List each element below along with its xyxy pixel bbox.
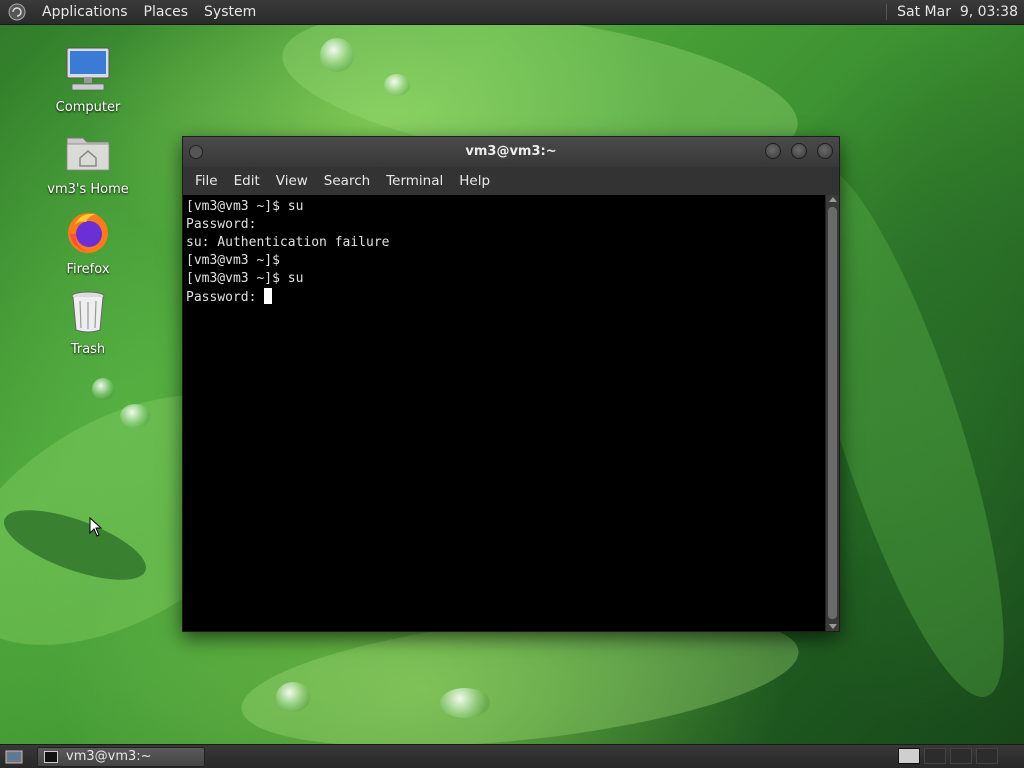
water-droplet	[276, 682, 310, 712]
text-cursor	[264, 288, 273, 304]
minimize-button[interactable]	[765, 143, 781, 159]
terminal-line: su: Authentication failure	[186, 235, 390, 250]
maximize-button[interactable]	[791, 143, 807, 159]
show-desktop-button[interactable]	[3, 748, 25, 766]
workspace-3[interactable]	[950, 748, 972, 764]
desktop-icon-firefox[interactable]: Firefox	[38, 208, 138, 277]
applications-menu[interactable]: Applications	[34, 0, 136, 25]
trash-icon	[71, 291, 105, 333]
menu-file[interactable]: File	[187, 167, 226, 195]
workspace-4[interactable]	[976, 748, 998, 764]
desktop-icon-label: Computer	[55, 100, 121, 115]
computer-icon	[66, 47, 110, 91]
panel-clock[interactable]: Sat Mar 9, 03:38	[886, 4, 1024, 20]
scroll-up-arrow-icon[interactable]	[829, 197, 837, 202]
terminal-line: [vm3@vm3 ~]$ su	[186, 199, 304, 214]
water-droplet	[320, 38, 354, 72]
close-button[interactable]	[817, 143, 833, 159]
desktop-icon-label: Trash	[70, 342, 106, 357]
water-droplet	[440, 688, 490, 718]
menu-terminal[interactable]: Terminal	[378, 167, 451, 195]
water-droplet	[120, 404, 150, 428]
system-menu[interactable]: System	[196, 0, 264, 25]
show-desktop-icon	[5, 750, 23, 763]
terminal-output[interactable]: [vm3@vm3 ~]$ su Password: su: Authentica…	[183, 195, 827, 631]
window-menubar: File Edit View Search Terminal Help	[183, 167, 839, 195]
workspace-2[interactable]	[924, 748, 946, 764]
scrollbar-thumb[interactable]	[828, 207, 837, 619]
menu-help[interactable]: Help	[451, 167, 498, 195]
menu-view[interactable]: View	[268, 167, 316, 195]
distro-logo-icon[interactable]	[8, 3, 26, 21]
window-title: vm3@vm3:~	[465, 144, 557, 159]
window-menu-button[interactable]	[189, 145, 203, 159]
scroll-down-arrow-icon[interactable]	[829, 624, 837, 629]
terminal-window: vm3@vm3:~ File Edit View Search Terminal…	[182, 136, 840, 632]
water-droplet	[384, 74, 410, 96]
desktop-icon-label: vm3's Home	[47, 182, 129, 197]
terminal-line: [vm3@vm3 ~]$ su	[186, 271, 304, 286]
home-folder-icon	[66, 137, 110, 171]
water-droplet	[92, 378, 114, 400]
taskbar-terminal-label: vm3@vm3:~	[66, 749, 152, 764]
terminal-line: Password:	[186, 217, 257, 232]
desktop-icon-home[interactable]: vm3's Home	[38, 128, 138, 197]
places-menu[interactable]: Places	[136, 0, 197, 25]
desktop-icon-trash[interactable]: Trash	[38, 288, 138, 357]
menu-search[interactable]: Search	[316, 167, 378, 195]
desktop-icon-label: Firefox	[66, 262, 110, 277]
window-titlebar[interactable]: vm3@vm3:~	[183, 137, 839, 167]
terminal-line: Password:	[186, 290, 265, 305]
menu-edit[interactable]: Edit	[226, 167, 268, 195]
terminal-prompt-line: Password:	[186, 288, 824, 306]
terminal-scrollbar[interactable]	[825, 195, 839, 631]
terminal-line: [vm3@vm3 ~]$	[186, 253, 280, 268]
workspace-1[interactable]	[898, 748, 920, 764]
taskbar-terminal-button[interactable]: vm3@vm3:~	[37, 746, 205, 767]
mouse-pointer-icon	[89, 517, 103, 537]
terminal-icon	[44, 750, 58, 763]
bottom-panel: vm3@vm3:~	[0, 744, 1024, 768]
top-panel: Applications Places System Sat Mar 9, 03…	[0, 0, 1024, 25]
firefox-icon	[68, 213, 108, 253]
desktop-icon-computer[interactable]: Computer	[38, 46, 138, 115]
